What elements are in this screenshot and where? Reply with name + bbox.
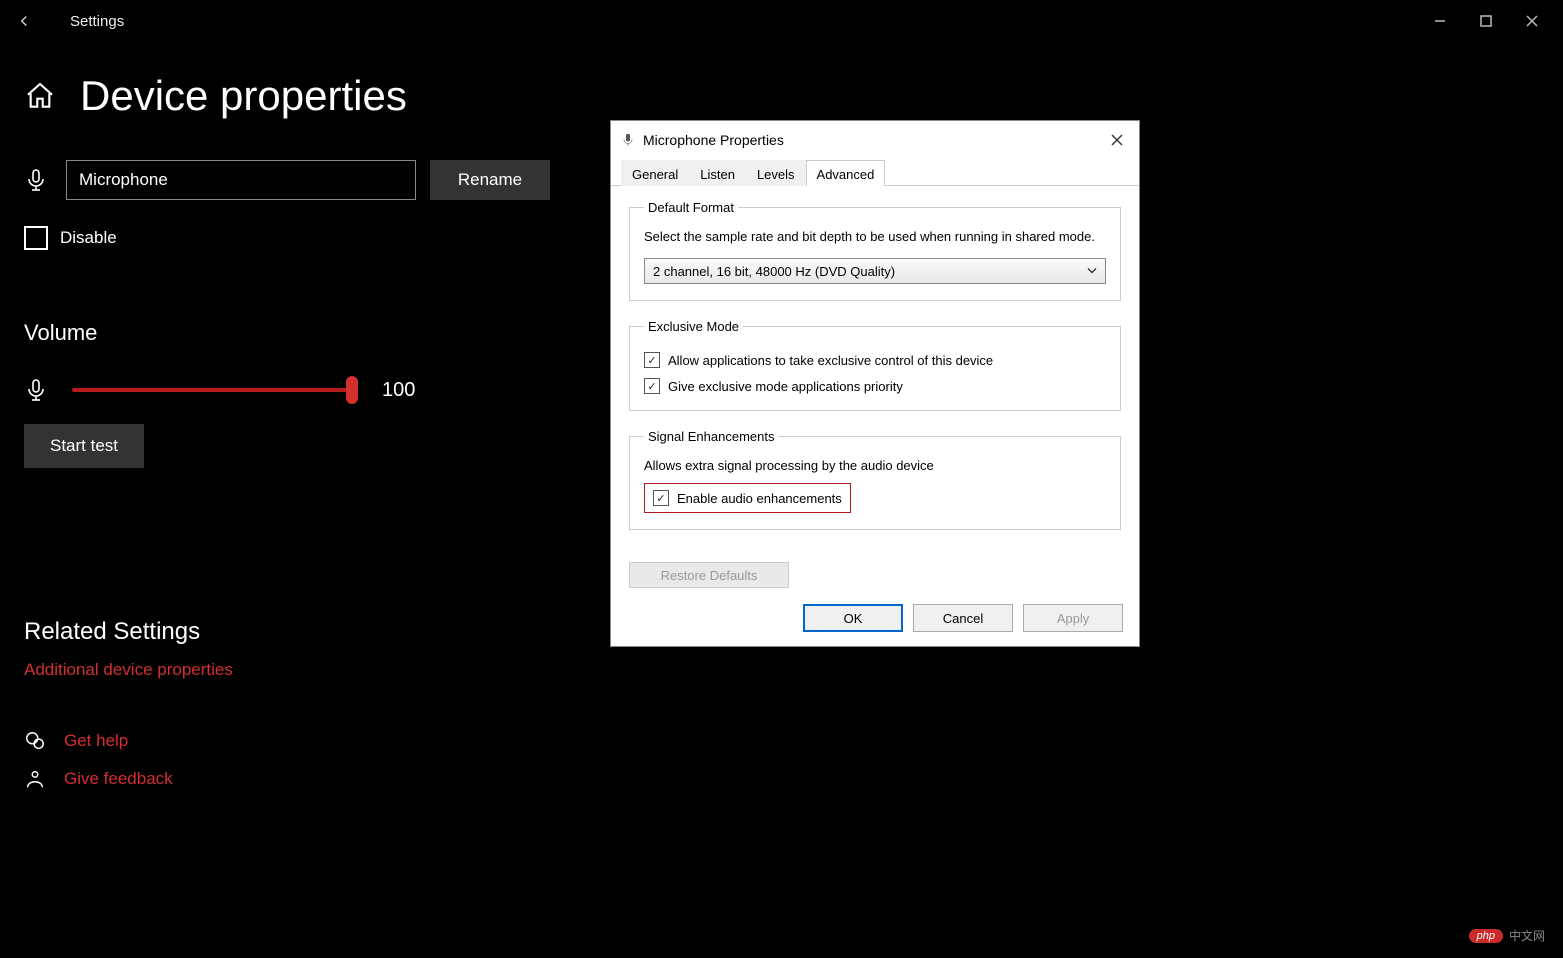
- disable-label: Disable: [60, 228, 117, 248]
- watermark: php 中文网: [1469, 927, 1545, 944]
- dialog-body: Default Format Select the sample rate an…: [611, 186, 1139, 594]
- tab-general[interactable]: General: [621, 160, 689, 186]
- default-format-group: Default Format Select the sample rate an…: [629, 200, 1121, 301]
- get-help-row[interactable]: Get help: [24, 730, 1563, 752]
- volume-slider[interactable]: [72, 388, 352, 392]
- home-icon[interactable]: [24, 80, 56, 112]
- microphone-properties-dialog: Microphone Properties General Listen Lev…: [610, 120, 1140, 647]
- dialog-title: Microphone Properties: [643, 132, 784, 148]
- ok-button[interactable]: OK: [803, 604, 903, 632]
- rename-button[interactable]: Rename: [430, 160, 550, 200]
- exclusive-control-row: Allow applications to take exclusive con…: [644, 352, 1106, 368]
- apply-button[interactable]: Apply: [1023, 604, 1123, 632]
- exclusive-priority-row: Give exclusive mode applications priorit…: [644, 378, 1106, 394]
- restore-defaults-button[interactable]: Restore Defaults: [629, 562, 789, 588]
- microphone-icon: [24, 166, 52, 194]
- enable-enhancements-label: Enable audio enhancements: [677, 491, 842, 506]
- default-format-legend: Default Format: [644, 200, 738, 215]
- back-button[interactable]: [8, 5, 40, 37]
- give-feedback-row[interactable]: Give feedback: [24, 768, 1563, 790]
- start-test-button[interactable]: Start test: [24, 424, 144, 468]
- feedback-icon: [24, 768, 46, 790]
- watermark-badge: php: [1469, 929, 1503, 943]
- dialog-footer: OK Cancel Apply: [611, 594, 1139, 646]
- close-button[interactable]: [1509, 5, 1555, 37]
- exclusive-mode-group: Exclusive Mode Allow applications to tak…: [629, 319, 1121, 411]
- volume-slider-thumb[interactable]: [346, 376, 358, 404]
- enable-enhancements-checkbox[interactable]: [653, 490, 669, 506]
- watermark-text: 中文网: [1509, 927, 1545, 944]
- page-header: Device properties: [24, 72, 1563, 120]
- volume-mic-icon: [24, 376, 52, 404]
- app-title: Settings: [70, 13, 124, 30]
- device-name-input[interactable]: [66, 160, 416, 200]
- exclusive-priority-label: Give exclusive mode applications priorit…: [668, 379, 903, 394]
- enable-enhancements-highlight: Enable audio enhancements: [644, 483, 851, 513]
- titlebar: Settings: [0, 0, 1563, 42]
- give-feedback-link: Give feedback: [64, 769, 173, 789]
- cancel-button[interactable]: Cancel: [913, 604, 1013, 632]
- signal-enhancements-legend: Signal Enhancements: [644, 429, 778, 444]
- page-title: Device properties: [80, 72, 407, 120]
- exclusive-priority-checkbox[interactable]: [644, 378, 660, 394]
- chevron-down-icon: [1087, 264, 1097, 279]
- default-format-desc: Select the sample rate and bit depth to …: [644, 229, 1106, 244]
- additional-properties-link[interactable]: Additional device properties: [24, 660, 1563, 680]
- dialog-tabstrip: General Listen Levels Advanced: [611, 159, 1139, 186]
- signal-enhancements-desc: Allows extra signal processing by the au…: [644, 458, 1106, 473]
- exclusive-control-label: Allow applications to take exclusive con…: [668, 353, 993, 368]
- tab-listen[interactable]: Listen: [689, 160, 746, 186]
- dialog-mic-icon: [621, 131, 635, 149]
- exclusive-control-checkbox[interactable]: [644, 352, 660, 368]
- window-buttons: [1417, 5, 1555, 37]
- dialog-close-button[interactable]: [1105, 128, 1129, 152]
- minimize-button[interactable]: [1417, 5, 1463, 37]
- sample-rate-value: 2 channel, 16 bit, 48000 Hz (DVD Quality…: [653, 264, 895, 279]
- sample-rate-select[interactable]: 2 channel, 16 bit, 48000 Hz (DVD Quality…: [644, 258, 1106, 284]
- help-icon: [24, 730, 46, 752]
- get-help-link: Get help: [64, 731, 128, 751]
- exclusive-mode-legend: Exclusive Mode: [644, 319, 743, 334]
- tab-levels[interactable]: Levels: [746, 160, 806, 186]
- signal-enhancements-group: Signal Enhancements Allows extra signal …: [629, 429, 1121, 530]
- volume-value: 100: [382, 379, 415, 402]
- maximize-button[interactable]: [1463, 5, 1509, 37]
- dialog-titlebar: Microphone Properties: [611, 121, 1139, 159]
- tab-advanced[interactable]: Advanced: [806, 160, 886, 186]
- disable-checkbox[interactable]: [24, 226, 48, 250]
